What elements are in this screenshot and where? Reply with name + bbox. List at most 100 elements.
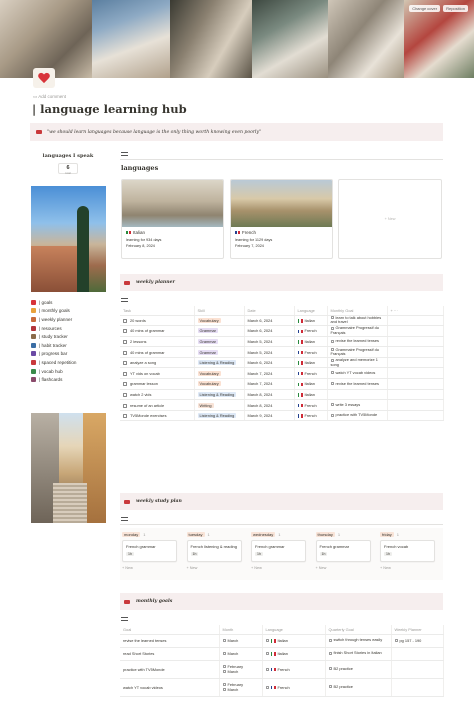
column-header[interactable]: tuesday 1	[186, 530, 242, 538]
date-cell[interactable]: March 6, 2024	[244, 325, 295, 337]
skill-cell[interactable]: Grammar	[194, 325, 245, 337]
study-card[interactable]: French vocab 1h	[380, 540, 435, 562]
task-cell[interactable]: TV5Monde exercises	[120, 410, 195, 422]
study-card[interactable]: French grammar 1h	[251, 540, 306, 562]
language-cell[interactable]: French	[294, 325, 328, 337]
date-cell[interactable]: March 8, 2024	[244, 389, 295, 401]
board-view-icon[interactable]	[121, 517, 128, 521]
task-cell[interactable]: 2 lessons	[120, 336, 195, 348]
table-row[interactable]: revise the learned tenses March Italian swi…	[120, 634, 444, 648]
date-cell[interactable]: March 7, 2024	[244, 367, 295, 380]
add-column-button[interactable]: + ···	[387, 306, 444, 316]
menu-item[interactable]: | goals	[31, 298, 106, 307]
new-card-button[interactable]: + New	[187, 566, 242, 570]
date-cell[interactable]: March 8, 2024	[244, 399, 295, 411]
task-cell[interactable]: 40 mins of grammar	[120, 346, 195, 358]
month-cell[interactable]: February March	[219, 678, 263, 697]
gallery-view-icon[interactable]	[121, 152, 128, 156]
column-skill[interactable]: Skill	[194, 306, 245, 316]
goal-cell[interactable]	[327, 389, 388, 401]
language-cell[interactable]: Italian	[294, 357, 328, 369]
menu-item[interactable]: | vocab hub	[31, 367, 106, 376]
language-cell[interactable]: French	[262, 660, 326, 679]
column-goal[interactable]: Goal	[120, 625, 220, 635]
column-language[interactable]: Language	[262, 625, 326, 635]
goal-cell[interactable]: revise the learned tenses	[327, 378, 388, 390]
task-checkbox[interactable]	[123, 361, 127, 366]
skill-cell[interactable]: Vocabulary	[194, 315, 245, 327]
task-checkbox[interactable]	[123, 329, 127, 334]
language-cell[interactable]: Italian	[262, 647, 326, 661]
column-date[interactable]: Date	[244, 306, 295, 316]
planner-cell[interactable]	[391, 678, 444, 697]
task-checkbox[interactable]	[123, 392, 127, 397]
goal-cell[interactable]: write 3 essays	[327, 399, 388, 411]
skill-cell[interactable]: Vocabulary	[194, 378, 245, 390]
menu-item[interactable]: | resources	[31, 324, 106, 333]
skill-cell[interactable]: Grammar	[194, 346, 245, 358]
goal-cell[interactable]: practice with TV5Monde	[120, 660, 220, 679]
language-cell[interactable]: Italian	[294, 378, 328, 390]
reposition-button[interactable]: Reposition	[443, 5, 468, 12]
language-cell[interactable]: French	[294, 367, 328, 380]
menu-item[interactable]: | study tracker	[31, 332, 106, 341]
date-cell[interactable]: March 5, 2024	[244, 346, 295, 358]
goal-cell[interactable]: read Short Stories	[120, 647, 220, 661]
quarterly-cell[interactable]: finish Short Stories in Italian	[325, 647, 392, 661]
month-cell[interactable]: February March	[219, 660, 263, 679]
skill-cell[interactable]: Writing	[194, 399, 245, 411]
goal-cell[interactable]: practice with TV5Monde	[327, 410, 388, 422]
task-checkbox[interactable]	[123, 318, 127, 323]
table-row[interactable]: watch YT vocab videos February March French…	[120, 678, 444, 697]
table-row[interactable]: read Short Stories March Italian finish Sho…	[120, 647, 444, 661]
task-cell[interactable]: watch 2 vids	[120, 389, 195, 401]
table-row[interactable]: analyze a song Listening & Reading March 6…	[120, 357, 444, 369]
change-cover-button[interactable]: Change cover	[409, 5, 441, 12]
column-task[interactable]: Task	[120, 306, 195, 316]
table-view-icon[interactable]	[121, 298, 128, 302]
date-cell[interactable]: March 6, 2024	[244, 357, 295, 369]
language-card-italian[interactable]: Italian learning for 934 days February 8…	[121, 179, 224, 259]
goal-cell[interactable]: revise the learned tenses	[120, 634, 220, 648]
month-cell[interactable]: March	[219, 647, 263, 661]
column-header[interactable]: friday 1	[380, 530, 435, 538]
quarterly-cell[interactable]: B2 practice	[325, 678, 392, 697]
planner-cell[interactable]	[391, 660, 444, 679]
table-row[interactable]: grammar lesson Vocabulary March 7, 2024 Ita…	[120, 378, 444, 390]
language-cell[interactable]: Italian	[294, 315, 328, 327]
task-cell[interactable]: 20 words	[120, 315, 195, 327]
task-cell[interactable]: YT vids on vocab	[120, 367, 195, 380]
table-row[interactable]: 2 lessons Grammar March 5, 2024 Italian revi…	[120, 336, 444, 348]
new-card-button[interactable]: + New	[380, 566, 435, 570]
quarterly-cell[interactable]: B2 practice	[325, 660, 392, 679]
goal-cell[interactable]: watch YT vocab videos	[327, 367, 388, 380]
language-cell[interactable]: Italian	[262, 634, 326, 648]
task-cell[interactable]: analyze a song	[120, 357, 195, 369]
study-card[interactable]: French grammar 1h	[315, 540, 371, 562]
goal-cell[interactable]: Grammaire Progressif du Français	[327, 346, 388, 358]
skill-cell[interactable]: Listening & Reading	[194, 357, 245, 369]
column-header[interactable]: wednesday 1	[251, 530, 306, 538]
new-card-button[interactable]: + New	[122, 566, 177, 570]
planner-cell[interactable]	[391, 647, 444, 661]
language-cell[interactable]: Italian	[294, 389, 328, 401]
page-icon[interactable]	[33, 68, 55, 88]
menu-item[interactable]: | weekly planner	[31, 315, 106, 324]
skill-cell[interactable]: Listening & Reading	[194, 389, 245, 401]
language-cell[interactable]: French	[294, 346, 328, 358]
month-cell[interactable]: March	[219, 634, 263, 648]
table-row[interactable]: practice with TV5Monde February March Frenc…	[120, 660, 444, 679]
table-row[interactable]: TV5Monde exercises Listening & Reading Mar…	[120, 410, 444, 422]
language-cell[interactable]: French	[262, 678, 326, 697]
date-cell[interactable]: March 5, 2024	[244, 336, 295, 348]
skill-cell[interactable]: Vocabulary	[194, 367, 245, 380]
menu-item[interactable]: | spaced repetition	[31, 358, 106, 367]
column-quarterly-goal[interactable]: Quarterly Goal	[325, 625, 392, 635]
task-checkbox[interactable]	[123, 371, 127, 376]
language-cell[interactable]: French	[294, 399, 328, 411]
table-row[interactable]: 40 mins of grammar Grammar March 6, 2024 Fr…	[120, 325, 444, 337]
task-checkbox[interactable]	[123, 403, 127, 408]
language-card-french[interactable]: French learning for 1129 days February 7…	[230, 179, 333, 259]
table-row[interactable]: resume of an article Writing March 8, 2024…	[120, 399, 444, 411]
column-header[interactable]: monday 1	[122, 530, 177, 538]
